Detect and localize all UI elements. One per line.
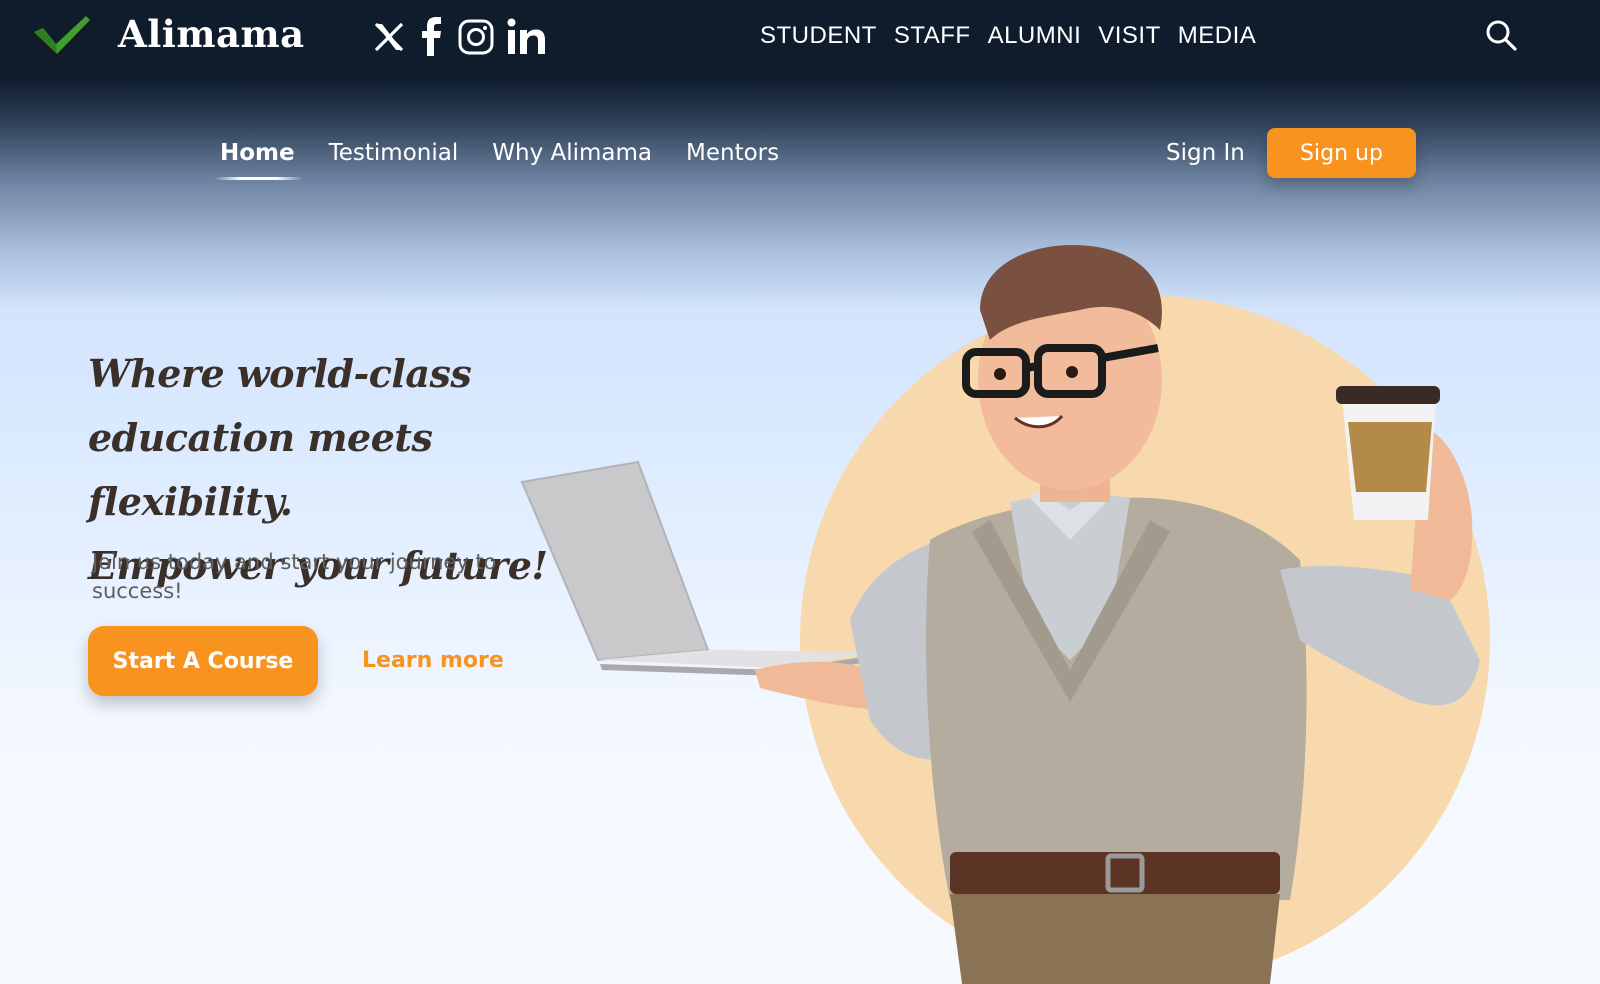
top-nav-alumni[interactable]: ALUMNI — [988, 22, 1082, 50]
instagram-icon[interactable] — [457, 16, 495, 58]
x-icon[interactable] — [373, 16, 405, 58]
main-nav: Home Testimonial Why Alimama Mentors — [214, 140, 779, 180]
top-nav-media[interactable]: MEDIA — [1178, 22, 1257, 50]
sign-in-link[interactable]: Sign In — [1166, 140, 1245, 166]
nav-why-alimama[interactable]: Why Alimama — [492, 140, 652, 166]
top-nav-visit[interactable]: VISIT — [1098, 22, 1161, 50]
nav-home[interactable]: Home — [214, 140, 303, 180]
start-course-button[interactable]: Start A Course — [88, 626, 318, 696]
top-nav: STUDENT STAFF ALUMNI VISIT MEDIA — [760, 22, 1256, 50]
logo-checkmark-icon[interactable] — [30, 14, 94, 60]
nav-mentors[interactable]: Mentors — [686, 140, 779, 166]
hero-subtext: Join us today and start your journey to … — [92, 550, 497, 603]
sign-up-button[interactable]: Sign up — [1267, 128, 1416, 178]
linkedin-icon[interactable] — [505, 16, 547, 58]
facebook-icon[interactable] — [419, 16, 445, 58]
learn-more-link[interactable]: Learn more — [362, 648, 504, 673]
top-nav-student[interactable]: STUDENT — [760, 22, 877, 50]
brand-name[interactable]: Alimama — [118, 12, 305, 56]
search-icon[interactable] — [1484, 18, 1518, 52]
hero-illustration — [520, 244, 1490, 984]
nav-testimonial[interactable]: Testimonial — [329, 140, 459, 166]
top-nav-staff[interactable]: STAFF — [894, 22, 971, 50]
